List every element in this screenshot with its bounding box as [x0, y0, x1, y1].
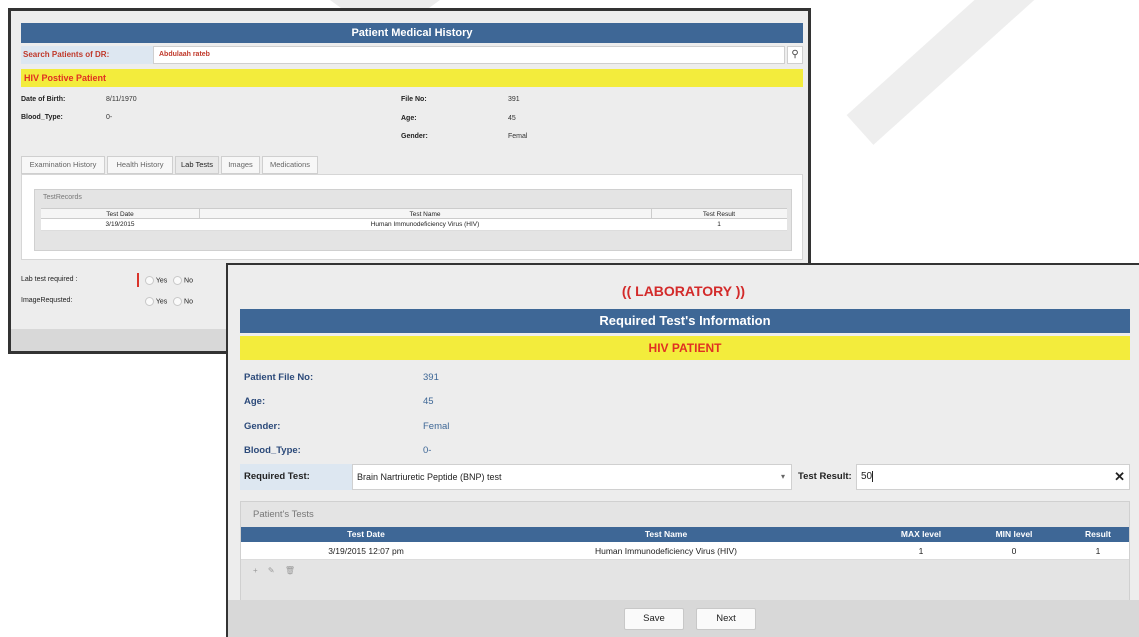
- test-result-input[interactable]: 50 ✕: [856, 464, 1130, 490]
- yes-label: Yes: [155, 277, 168, 285]
- cell-test-date: 3/19/2015 12:07 pm: [328, 546, 404, 556]
- no-label: No: [184, 277, 193, 285]
- laboratory-heading: (( LABORATORY )): [621, 283, 746, 299]
- patient-file-no-value: 391: [423, 372, 439, 383]
- search-label: Search Patients of DR:: [21, 46, 153, 64]
- test-records-grid: TestRecords Test Date Test Name Test Res…: [34, 189, 792, 251]
- gender-label: Gender:: [244, 421, 281, 432]
- gender-label: Gender:: [401, 133, 428, 140]
- age-value: 45: [508, 115, 516, 122]
- window-footer: Save Next: [228, 600, 1139, 637]
- grid-toolbar: + ✎ 🗑: [253, 566, 303, 575]
- blood-type-label: Blood_Type:: [244, 445, 301, 456]
- lab-required-no-radio[interactable]: [173, 276, 183, 285]
- cell-test-name: Human Immunodeficiency Virus (HIV): [370, 221, 480, 228]
- lab-required-yes-radio[interactable]: [145, 276, 154, 285]
- column-header-test-date[interactable]: Test Date: [241, 527, 491, 542]
- search-button[interactable]: ⚲: [787, 46, 803, 64]
- grid-header: Test Date Test Name Test Result: [41, 208, 787, 220]
- required-test-selected: Brain Nartriuretic Peptide (BNP) test: [357, 472, 502, 482]
- age-label: Age:: [401, 115, 417, 122]
- blood-type-value: 0-: [423, 445, 432, 456]
- blood-type-label: Blood_Type:: [21, 114, 63, 121]
- tab-examination-history[interactable]: Examination History: [21, 156, 105, 174]
- save-button[interactable]: Save: [624, 608, 684, 630]
- patient-tests-grid: Patient's Tests Test Date Test Name MAX …: [240, 501, 1130, 601]
- test-result-label: Test Result:: [798, 471, 852, 482]
- lab-test-required-label: Lab test required :: [21, 276, 78, 283]
- close-icon[interactable]: ✕: [1114, 465, 1125, 489]
- cell-test-name: Human Immunodeficiency Virus (HIV): [594, 546, 738, 556]
- laboratory-window: (( LABORATORY )) Required Test's Informa…: [226, 263, 1139, 637]
- image-requested-row: ImageRequsted: Yes No: [21, 297, 193, 311]
- image-requested-label: ImageRequsted:: [21, 297, 73, 304]
- required-test-label: Required Test:: [240, 464, 352, 490]
- column-header-result[interactable]: Result: [1067, 527, 1129, 542]
- dob-value: 8/11/1970: [106, 96, 137, 103]
- lab-tests-panel: TestRecords Test Date Test Name Test Res…: [21, 174, 803, 260]
- delete-icon[interactable]: 🗑: [285, 566, 295, 575]
- tab-medications[interactable]: Medications: [262, 156, 318, 174]
- window-title: Required Test's Information: [240, 309, 1130, 333]
- grid-title: TestRecords: [43, 194, 82, 201]
- tab-health-history[interactable]: Health History: [107, 156, 173, 174]
- required-test-select[interactable]: Brain Nartriuretic Peptide (BNP) test ▾: [352, 464, 792, 490]
- yes-label: Yes: [155, 298, 168, 306]
- table-row[interactable]: 3/19/2015 Human Immunodeficiency Virus (…: [41, 219, 787, 231]
- column-header-min-level[interactable]: MIN level: [961, 527, 1067, 542]
- test-result-value: 50: [861, 471, 873, 482]
- image-requested-no-radio[interactable]: [173, 297, 183, 306]
- dob-label: Date of Birth:: [21, 96, 66, 103]
- cell-result: 1: [1095, 546, 1101, 556]
- file-no-value: 391: [508, 96, 520, 103]
- tab-lab-tests[interactable]: Lab Tests: [175, 156, 219, 174]
- hiv-alert-banner: HIV Postive Patient: [21, 69, 803, 87]
- edit-icon[interactable]: ✎: [268, 566, 275, 575]
- add-icon[interactable]: +: [253, 566, 258, 575]
- window-title: Patient Medical History: [21, 23, 803, 43]
- text-cursor: [872, 470, 874, 482]
- file-no-label: File No:: [401, 96, 427, 103]
- column-header-test-name[interactable]: Test Name: [491, 527, 841, 542]
- chevron-down-icon[interactable]: ▾: [781, 465, 785, 489]
- gender-value: Femal: [423, 421, 450, 432]
- search-icon: ⚲: [791, 49, 799, 60]
- cell-test-result: 1: [717, 221, 721, 228]
- grid-title: Patient's Tests: [253, 509, 314, 520]
- hiv-alert-banner: HIV PATIENT: [240, 336, 1130, 360]
- table-row[interactable]: 3/19/2015 12:07 pm Human Immunodeficienc…: [241, 542, 1129, 560]
- grid-header: Test Date Test Name MAX level MIN level …: [241, 527, 1129, 542]
- lab-test-required-row: Lab test required : Yes No: [21, 273, 193, 290]
- age-label: Age:: [244, 396, 266, 407]
- blood-type-value: 0-: [106, 114, 113, 121]
- no-label: No: [184, 298, 193, 306]
- cell-test-date: 3/19/2015: [105, 221, 135, 228]
- image-requested-yes-radio[interactable]: [145, 297, 154, 306]
- required-test-row: Required Test: Brain Nartriuretic Peptid…: [240, 464, 1130, 490]
- cell-min-level: 0: [1011, 546, 1017, 556]
- patient-file-no-label: Patient File No:: [244, 372, 314, 383]
- search-bar: Search Patients of DR: Abdulaah rateb ⚲: [21, 46, 803, 64]
- next-button[interactable]: Next: [696, 608, 756, 630]
- search-input[interactable]: Abdulaah rateb: [153, 46, 785, 64]
- gender-value: Femal: [508, 133, 528, 140]
- tab-images[interactable]: Images: [221, 156, 260, 174]
- age-value: 45: [423, 396, 434, 407]
- required-marker: [137, 273, 139, 287]
- watermark-shape: [846, 0, 1097, 145]
